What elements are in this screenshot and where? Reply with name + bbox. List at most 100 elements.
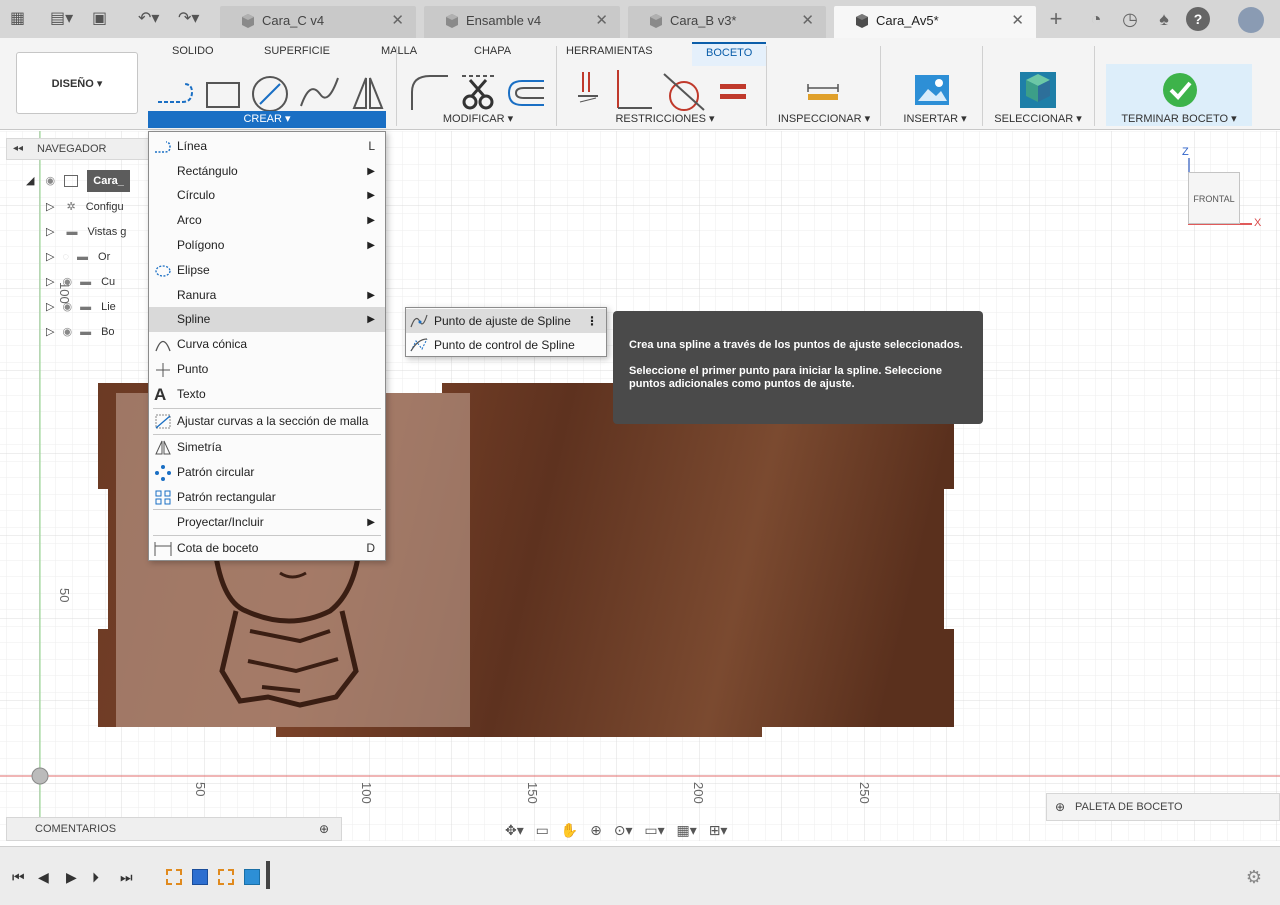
expand-triangle-icon[interactable]: ▷ — [46, 251, 54, 263]
timeline-extrude-feature[interactable] — [192, 869, 208, 885]
menu-item-patron-rectangular[interactable]: Patrón rectangular — [149, 485, 385, 510]
navigator-row-bocetos[interactable]: ▷ ◉ ▬ Bo — [46, 321, 115, 343]
expand-triangle-icon[interactable]: ▷ — [46, 201, 54, 213]
menu-item-patron-circular[interactable]: Patrón circular — [149, 460, 385, 485]
expand-panel-icon[interactable]: ⊕ — [1055, 794, 1065, 820]
more-options-icon[interactable]: ⋮ — [586, 309, 598, 333]
new-tab-icon[interactable]: + — [1044, 7, 1068, 31]
menu-item-ajustar-curvas[interactable]: Ajustar curvas a la sección de malla — [149, 409, 385, 434]
menu-item-punto[interactable]: Punto — [149, 357, 385, 382]
timeline-marker[interactable] — [266, 861, 270, 889]
redo-icon[interactable]: ↷▾ — [178, 8, 199, 30]
ribbon-tab-boceto[interactable]: BOCETO — [692, 42, 767, 66]
navigator-row-origen[interactable]: ▷ ◌ ▬ Or — [46, 246, 110, 268]
tab-cara-c[interactable]: Cara_C v4 ✕ — [220, 6, 416, 38]
menu-item-proyectar[interactable]: Proyectar/Incluir ▶ — [149, 510, 385, 535]
tab-cara-b[interactable]: Cara_B v3* ✕ — [628, 6, 826, 38]
bell-icon[interactable]: ♠ — [1152, 7, 1176, 31]
collapse-icon[interactable]: ◂◂ — [13, 139, 23, 159]
menu-item-circulo[interactable]: Círculo ▶ — [149, 183, 385, 208]
play-icon[interactable]: ▶ — [66, 869, 77, 886]
navigator-header[interactable]: ◂◂ NAVEGADOR — [6, 138, 150, 160]
seleccionar-dropdown-button[interactable]: SELECCIONAR ▾ — [990, 112, 1086, 125]
eye-icon[interactable]: ◉ — [62, 276, 72, 288]
menu-item-linea[interactable]: Línea L — [149, 134, 385, 159]
zoom-window-icon[interactable]: ⊙▾ — [614, 822, 633, 838]
select-icon[interactable] — [1018, 70, 1058, 110]
menu-item-curva-conica[interactable]: Curva cónica — [149, 332, 385, 357]
insert-image-icon[interactable] — [914, 74, 950, 106]
ribbon-tab-herramientas[interactable]: HERRAMIENTAS — [566, 45, 653, 57]
grid-menu-icon[interactable]: ▦ — [10, 8, 25, 30]
terminar-boceto-dropdown-button[interactable]: TERMINAR BOCETO ▾ — [1108, 112, 1250, 125]
restricciones-dropdown-button[interactable]: RESTRICCIONES ▾ — [570, 112, 760, 125]
menu-item-simetria[interactable]: Simetría — [149, 435, 385, 460]
eye-icon[interactable]: ◉ — [62, 301, 72, 313]
spline-tool-icon[interactable] — [298, 74, 342, 110]
timeline-canvas-feature[interactable] — [244, 869, 260, 885]
line-tool-icon[interactable] — [156, 80, 196, 106]
offset-tool-icon[interactable] — [506, 78, 546, 108]
circle-tool-icon[interactable] — [250, 74, 290, 114]
step-back-icon[interactable]: ◀ — [38, 869, 49, 886]
file-icon[interactable]: ▤▾ — [50, 8, 73, 30]
eye-icon[interactable]: ◉ — [62, 326, 72, 338]
save-icon[interactable]: ▣ — [92, 8, 107, 30]
close-icon[interactable]: ✕ — [391, 6, 404, 36]
menu-item-cota[interactable]: Cota de boceto D — [149, 536, 385, 561]
orbit-icon[interactable]: ✥▾ — [505, 822, 524, 838]
help-icon[interactable]: ? — [1186, 7, 1210, 31]
submenu-item-control-point-spline[interactable]: Punto de control de Spline — [406, 333, 606, 357]
expand-triangle-icon[interactable]: ▷ — [46, 301, 54, 313]
modificar-dropdown-button[interactable]: MODIFICAR ▾ — [408, 112, 548, 125]
tab-ensamble[interactable]: Ensamble v4 ✕ — [424, 6, 620, 38]
rectangle-tool-icon[interactable] — [204, 80, 242, 110]
expand-triangle-icon[interactable]: ▷ — [46, 226, 54, 238]
navigator-row-lienzos[interactable]: ▷ ◉ ▬ Lie — [46, 296, 116, 318]
undo-icon[interactable]: ↶▾ — [138, 8, 159, 30]
expand-triangle-icon[interactable]: ▷ — [46, 326, 54, 338]
timeline-sketch-feature[interactable] — [166, 869, 182, 885]
ribbon-tab-malla[interactable]: MALLA — [381, 45, 417, 57]
ribbon-tab-chapa[interactable]: CHAPA — [474, 45, 511, 57]
clock-icon[interactable]: ◷ — [1118, 7, 1142, 31]
extensions-icon[interactable]: ◔ — [1084, 7, 1108, 31]
zoom-icon[interactable]: ⊕ — [590, 822, 602, 838]
menu-item-ranura[interactable]: Ranura ▶ — [149, 283, 385, 308]
grid-settings-icon[interactable]: ▦▾ — [677, 822, 697, 838]
coincident-constraint-icon[interactable] — [576, 70, 600, 106]
timeline-sketch-feature[interactable] — [218, 869, 234, 885]
submenu-item-fit-point-spline[interactable]: Punto de ajuste de Spline ⋮ — [406, 309, 606, 333]
expand-triangle-icon[interactable]: ◢ — [26, 175, 34, 187]
eye-icon[interactable]: ◉ — [46, 175, 56, 187]
eye-hidden-icon[interactable]: ◌ — [62, 251, 69, 263]
go-to-end-icon[interactable]: ⏭ — [120, 869, 133, 886]
display-settings-icon[interactable]: ▭▾ — [644, 822, 664, 838]
navigator-row-config[interactable]: ▷ ✲ Configu — [46, 196, 124, 218]
viewcube[interactable]: FRONTAL — [1188, 172, 1240, 224]
add-comment-icon[interactable]: ⊕ — [319, 818, 329, 840]
viewports-icon[interactable]: ⊞▾ — [709, 822, 728, 838]
navigator-root[interactable]: ◢ ◉ Cara_ — [26, 170, 130, 192]
avatar[interactable] — [1238, 7, 1264, 33]
menu-item-texto[interactable]: A Texto — [149, 382, 385, 407]
tangent-constraint-icon[interactable] — [660, 68, 706, 112]
sketch-palette-panel[interactable]: ⊕ PALETA DE BOCETO — [1046, 793, 1280, 821]
equal-constraint-icon[interactable] — [718, 82, 748, 102]
comments-panel[interactable]: COMENTARIOS ⊕ — [6, 817, 342, 841]
trim-tool-icon[interactable] — [458, 70, 498, 114]
fillet-tool-icon[interactable] — [408, 72, 450, 112]
go-to-start-icon[interactable]: ⏮ — [12, 869, 25, 886]
menu-item-spline[interactable]: Spline ▶ — [149, 307, 385, 332]
mirror-tool-icon[interactable] — [350, 74, 386, 112]
close-icon[interactable]: ✕ — [801, 6, 814, 36]
navigator-row-vistas[interactable]: ▷ ▬ Vistas g — [46, 221, 126, 243]
step-forward-icon[interactable]: ⏵ — [92, 869, 99, 886]
tab-cara-a[interactable]: Cara_Av5* ✕ — [834, 6, 1036, 38]
menu-item-poligono[interactable]: Polígono ▶ — [149, 233, 385, 258]
menu-item-arco[interactable]: Arco ▶ — [149, 208, 385, 233]
expand-triangle-icon[interactable]: ▷ — [46, 276, 54, 288]
crear-dropdown-button[interactable]: CREAR ▾ — [148, 111, 386, 128]
menu-item-rectangulo[interactable]: Rectángulo ▶ — [149, 159, 385, 184]
ribbon-tab-solido[interactable]: SOLIDO — [172, 45, 214, 57]
